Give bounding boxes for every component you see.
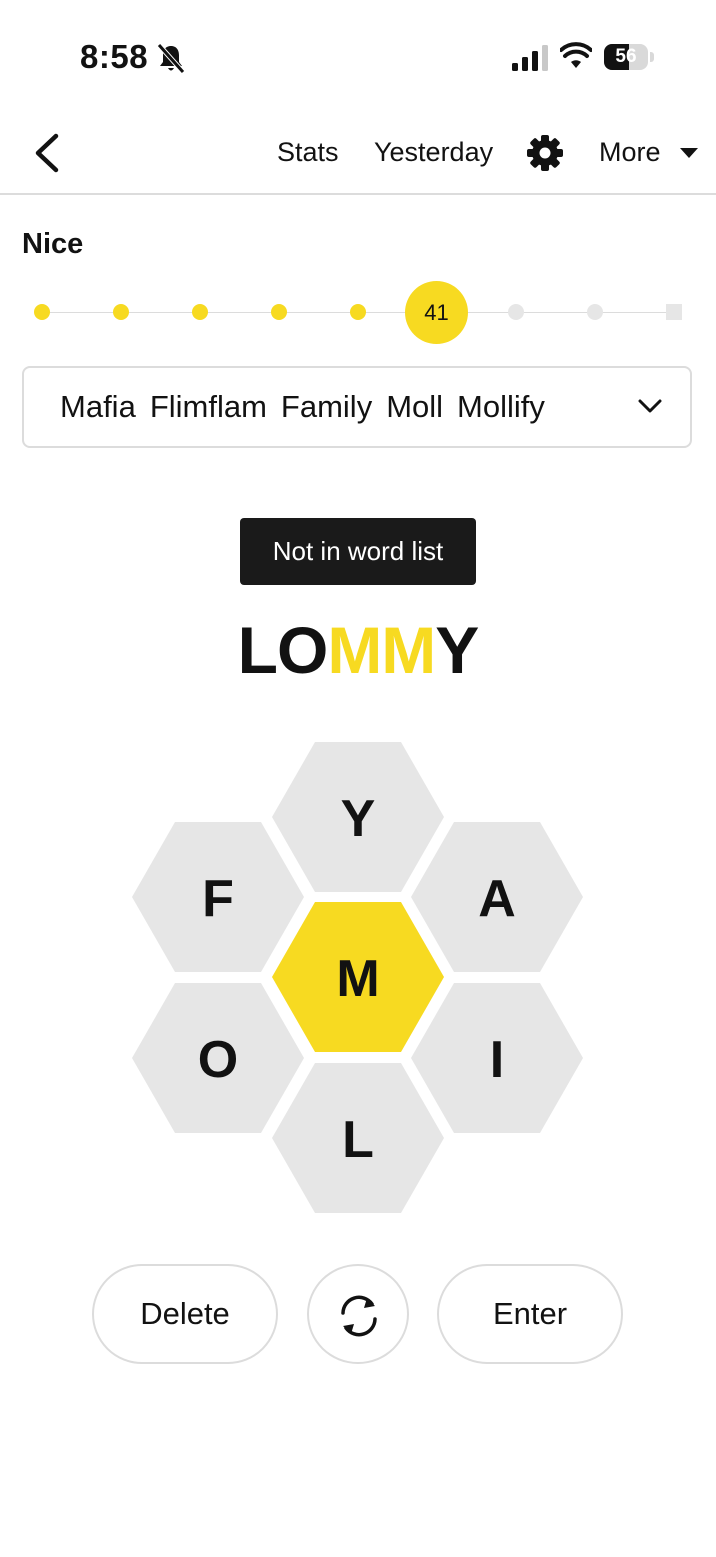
input-letters: Y — [435, 613, 479, 687]
hive-cell-top-left[interactable] — [132, 822, 304, 972]
progress-dot — [271, 304, 287, 320]
hive-cell-top[interactable]: Y — [272, 742, 444, 892]
cellular-signal-icon — [512, 45, 548, 71]
more-menu[interactable]: More — [599, 134, 661, 170]
caret-down-icon[interactable] — [679, 147, 699, 159]
progress-dot — [192, 304, 208, 320]
delete-button[interactable]: Delete — [92, 1264, 278, 1364]
bell-muted-icon — [157, 43, 185, 74]
progress-dot — [508, 304, 524, 320]
yesterday-link[interactable]: Yesterday — [374, 134, 493, 170]
hive-cell-bottom-right[interactable] — [411, 983, 583, 1133]
hive-cell-top[interactable] — [272, 742, 444, 892]
found-word: Family — [280, 389, 373, 424]
status-time: 8:58 — [80, 38, 149, 75]
gear-icon[interactable] — [526, 134, 564, 172]
found-words-list: Mafia Flimflam Family Moll Mollify — [60, 368, 559, 446]
wifi-icon — [560, 42, 592, 68]
battery-percent: 56 — [615, 46, 637, 67]
shuffle-button[interactable] — [307, 1264, 409, 1364]
current-input: LOMMY — [0, 608, 716, 692]
progress-dot — [587, 304, 603, 320]
input-letters: LO — [237, 613, 329, 687]
hive-cell-bottom[interactable] — [272, 1063, 444, 1213]
shuffle-icon — [341, 1295, 377, 1337]
hive-cell-top-right[interactable] — [411, 822, 583, 972]
found-word: Flimflam — [149, 389, 267, 424]
stats-link[interactable]: Stats — [277, 134, 339, 170]
found-words-dropdown[interactable]: Mafia Flimflam Family Moll Mollify — [22, 366, 692, 448]
progress-dot — [113, 304, 129, 320]
found-word: Mafia — [60, 389, 136, 424]
chevron-down-icon[interactable] — [638, 398, 662, 414]
progress-dot — [666, 304, 682, 320]
back-chevron-icon[interactable] — [28, 130, 68, 176]
found-word: Mollify — [457, 389, 545, 424]
nav-divider — [0, 193, 716, 195]
progress-dot — [34, 304, 50, 320]
toast-message: Not in word list — [240, 518, 476, 585]
enter-button[interactable]: Enter — [437, 1264, 623, 1364]
hive-cell-center[interactable] — [272, 902, 444, 1052]
rank-label: Nice — [22, 228, 84, 260]
progress-dot — [350, 304, 366, 320]
input-center-letters: MM — [327, 613, 436, 687]
battery-icon: 56 — [604, 44, 654, 72]
found-word: Moll — [386, 389, 444, 424]
hive-cell-bottom-left[interactable] — [132, 983, 304, 1133]
score-bubble: 41 — [405, 281, 468, 344]
